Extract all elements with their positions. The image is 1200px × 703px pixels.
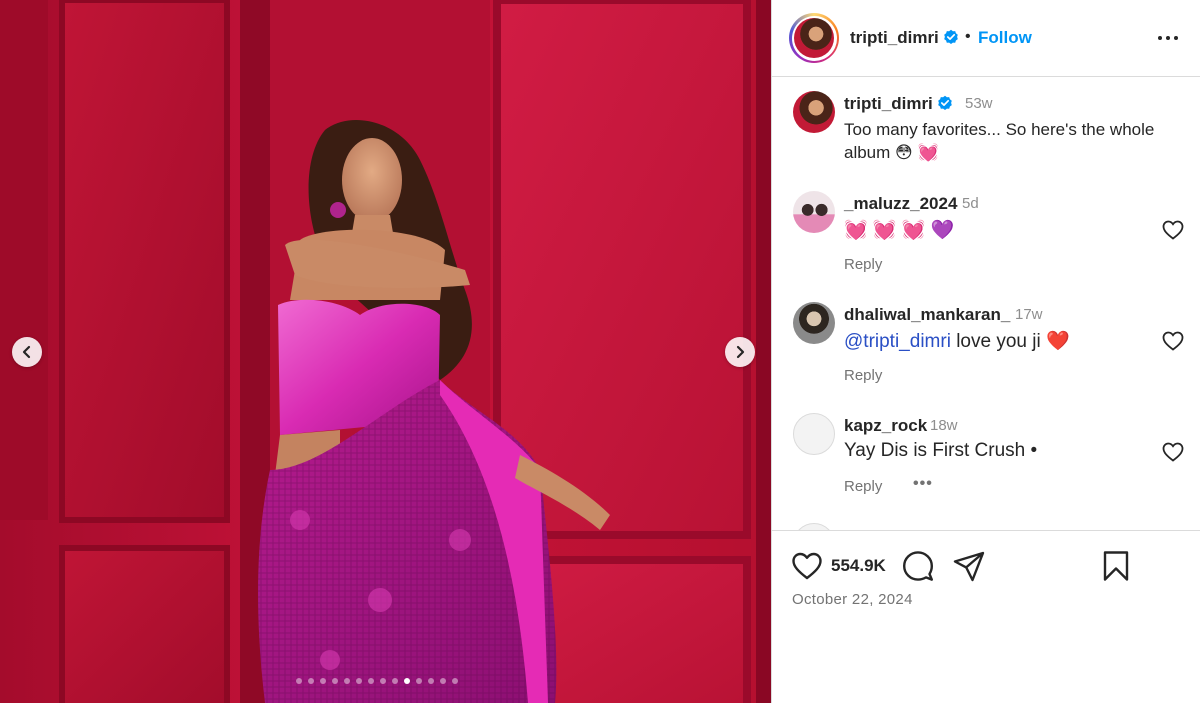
post-date[interactable]: October 22, 2024 <box>792 591 913 608</box>
avatar <box>794 18 834 58</box>
like-comment-heart-icon[interactable] <box>1161 440 1185 464</box>
carousel-dot <box>428 678 434 684</box>
author-story-ring[interactable] <box>789 13 839 63</box>
like-comment-heart-icon[interactable] <box>1161 329 1185 353</box>
comments-list[interactable]: tripti_dimri 53w Too many favorites... S… <box>772 77 1200 530</box>
follow-button[interactable]: Follow <box>978 28 1032 48</box>
comment-timestamp: 17w <box>1015 306 1043 323</box>
chevron-left-icon <box>22 345 31 359</box>
carousel-dot <box>356 678 362 684</box>
comment-more-options[interactable]: ••• <box>913 475 933 493</box>
reply-button[interactable]: Reply <box>844 367 882 384</box>
carousel-dot <box>344 678 350 684</box>
post-media[interactable] <box>0 0 771 703</box>
next-photo-button[interactable] <box>725 337 755 367</box>
verified-badge-icon <box>937 95 952 110</box>
caption-username[interactable]: tripti_dimri <box>844 94 953 114</box>
chevron-right-icon <box>736 345 745 359</box>
bookmark-icon[interactable] <box>1099 549 1133 583</box>
comment-avatar[interactable] <box>793 302 835 344</box>
like-comment-heart-icon[interactable] <box>1161 218 1185 242</box>
more-options-icon[interactable] <box>1156 26 1180 50</box>
post-photo <box>0 0 771 703</box>
post-header: tripti_dimri • Follow <box>772 0 1200 77</box>
caption-text: Too many favorites... So here's the whol… <box>844 120 1155 162</box>
comment-avatar[interactable] <box>793 413 835 455</box>
post-details-panel: tripti_dimri • Follow tripti_dimri 53w T… <box>771 0 1200 703</box>
comment-username[interactable]: _maluzz_2024 <box>844 194 957 214</box>
like-count[interactable]: 554.9K <box>831 556 886 576</box>
comment-text-body: love you ji ❤️ <box>950 331 1070 352</box>
share-icon[interactable] <box>952 549 986 583</box>
caption-avatar[interactable] <box>793 91 835 133</box>
comment-text: @tripti_dimri love you ji ❤️ <box>844 329 1070 353</box>
carousel-dot <box>296 678 302 684</box>
comment-timestamp: 5d <box>962 195 979 212</box>
reply-button[interactable]: Reply <box>844 256 882 273</box>
comment-mention-link[interactable]: @tripti_dimri <box>844 331 951 352</box>
comment-timestamp: 18w <box>930 417 958 434</box>
carousel-dot <box>416 678 422 684</box>
verified-badge-icon <box>943 29 958 44</box>
comment-avatar[interactable] <box>793 191 835 233</box>
comment-username[interactable]: dhaliwal_mankaran_ <box>844 305 1010 325</box>
carousel-indicator <box>296 678 458 684</box>
header-separator: • <box>965 28 971 45</box>
carousel-dot <box>332 678 338 684</box>
carousel-dot <box>368 678 374 684</box>
comment-text: Yay Dis is First Crush • <box>844 440 1038 461</box>
caption-username-text: tripti_dimri <box>844 94 933 113</box>
comment-username[interactable]: kapz_rock <box>844 416 927 436</box>
comment-avatar[interactable] <box>793 523 835 530</box>
post-actions: 554.9K October 22, 2024 <box>772 530 1200 703</box>
comment-icon[interactable] <box>901 549 935 583</box>
reply-button[interactable]: Reply <box>844 478 882 495</box>
previous-photo-button[interactable] <box>12 337 42 367</box>
comment-text: 💓 💓 💓 💜 <box>844 220 955 241</box>
author-username[interactable]: tripti_dimri <box>850 28 959 48</box>
carousel-dot <box>308 678 314 684</box>
caption-timestamp[interactable]: 53w <box>965 95 993 112</box>
heart-icon[interactable] <box>790 549 824 583</box>
carousel-dot <box>380 678 386 684</box>
carousel-dot <box>392 678 398 684</box>
carousel-dot <box>320 678 326 684</box>
author-username-text: tripti_dimri <box>850 28 939 47</box>
carousel-dot-active <box>404 678 410 684</box>
carousel-dot <box>452 678 458 684</box>
carousel-dot <box>440 678 446 684</box>
